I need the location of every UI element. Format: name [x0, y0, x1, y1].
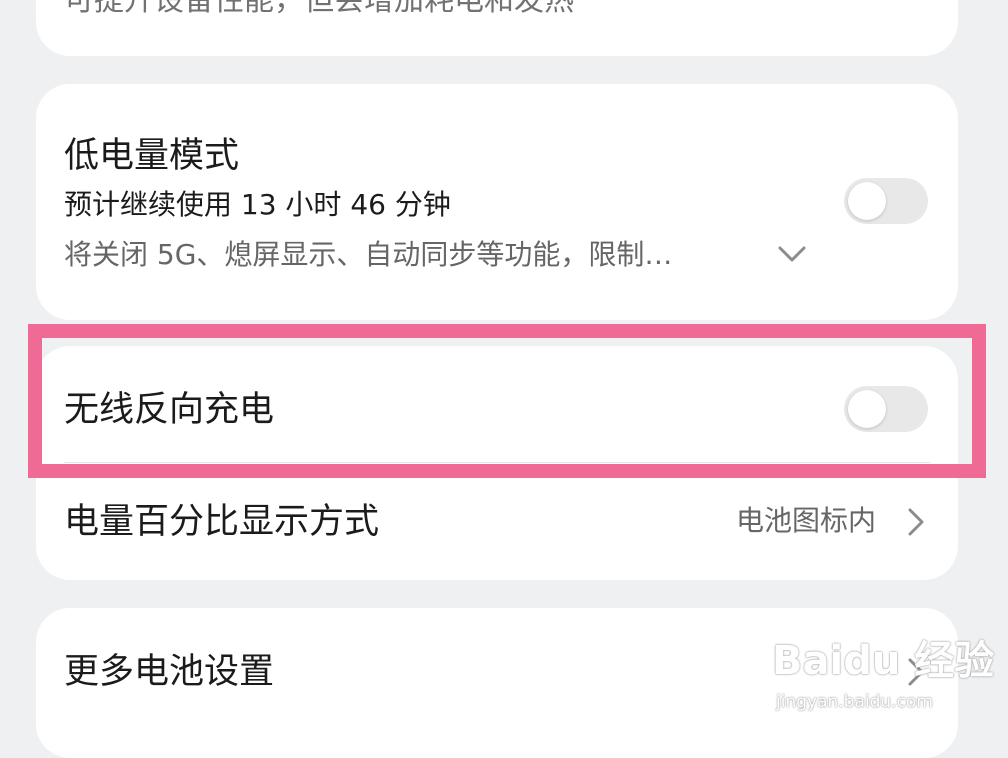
wireless-reverse-charging-toggle[interactable]: [844, 386, 928, 432]
more-battery-settings-card[interactable]: 更多电池设置: [36, 608, 958, 758]
chevron-right-icon[interactable]: [906, 506, 926, 538]
battery-percentage-title[interactable]: 电量百分比显示方式: [64, 502, 379, 542]
power-saving-description: 将关闭 5G、熄屏显示、自动同步等功能，限制…: [64, 238, 673, 271]
chevron-right-icon[interactable]: [906, 656, 926, 688]
more-battery-settings-title[interactable]: 更多电池设置: [64, 652, 274, 692]
power-saving-estimate: 预计继续使用 13 小时 46 分钟: [64, 188, 451, 221]
power-saving-toggle[interactable]: [844, 178, 928, 224]
toggle-knob: [848, 390, 886, 428]
charging-card: 无线反向充电 电量百分比显示方式 电池图标内: [36, 346, 958, 580]
wireless-reverse-charging-title: 无线反向充电: [64, 390, 275, 430]
power-saving-card[interactable]: 低电量模式 预计继续使用 13 小时 46 分钟 将关闭 5G、熄屏显示、自动同…: [36, 84, 958, 320]
battery-percentage-value[interactable]: 电池图标内: [736, 504, 876, 538]
toggle-knob: [848, 182, 886, 220]
power-saving-title: 低电量模式: [64, 136, 240, 176]
performance-card: 可提升设备性能，但会增加耗电和发热: [36, 0, 958, 56]
performance-description: 可提升设备性能，但会增加耗电和发热: [64, 0, 574, 18]
divider: [64, 462, 930, 463]
chevron-down-icon[interactable]: [776, 244, 808, 264]
